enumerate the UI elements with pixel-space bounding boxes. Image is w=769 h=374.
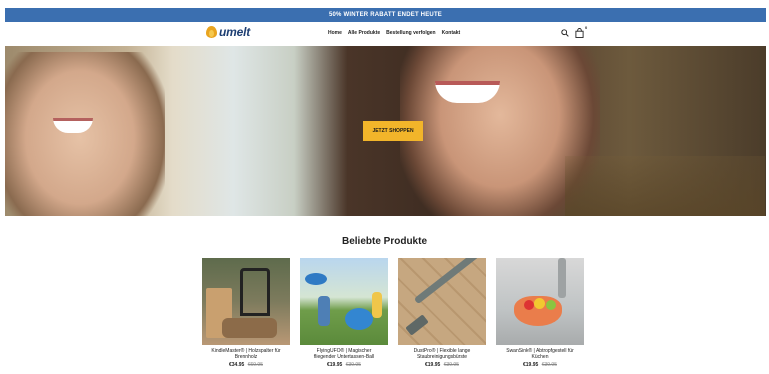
original-price: €69.95 — [247, 362, 263, 368]
hero-image-left — [5, 52, 165, 216]
nav-item-all-products[interactable]: Alle Produkte — [348, 30, 380, 36]
cart-count-badge: 0 — [585, 25, 588, 30]
product-price: €19.95 €39.95 — [496, 362, 584, 368]
logo[interactable]: umelt — [205, 25, 250, 39]
site-header: umelt Home Alle Produkte Bestellung verf… — [5, 22, 766, 46]
logo-text: umelt — [219, 25, 251, 39]
section-title: Beliebte Produkte — [341, 236, 428, 247]
product-image[interactable] — [300, 258, 388, 345]
product-grid: KindleMaster® | Holzspalter für Brennhol… — [202, 258, 586, 374]
flame-logo-icon — [205, 25, 218, 39]
shop-now-button[interactable]: JETZT SHOPPEN — [363, 121, 423, 141]
sale-price: €19.95 — [523, 362, 539, 368]
product-name[interactable]: FlyingUFO® | Magischer fliegender Untert… — [300, 348, 388, 360]
product-name[interactable]: KindleMaster® | Holzspalter für Brennhol… — [202, 348, 290, 360]
product-image[interactable] — [496, 258, 584, 345]
announcement-bar: 50% WINTER RABATT ENDET HEUTE — [5, 8, 766, 22]
product-price: €34.95 €69.95 — [202, 362, 290, 368]
product-image[interactable] — [202, 258, 290, 345]
product-name[interactable]: DustPro® | Flexible lange Staubreinigung… — [398, 348, 486, 360]
main-nav: Home Alle Produkte Bestellung verfolgen … — [328, 30, 460, 36]
product-price: €19.95 €39.95 — [398, 362, 486, 368]
announcement-text: 50% WINTER RABATT ENDET HEUTE — [328, 12, 443, 18]
sale-price: €34.95 — [229, 362, 245, 368]
search-icon[interactable] — [561, 29, 569, 37]
sale-price: €19.95 — [425, 362, 441, 368]
hero-banner: JETZT SHOPPEN — [5, 46, 766, 216]
nav-item-home[interactable]: Home — [328, 30, 342, 36]
original-price: €39.95 — [443, 362, 459, 368]
original-price: €39.95 — [541, 362, 557, 368]
product-card[interactable]: KindleMaster® | Holzspalter für Brennhol… — [202, 258, 290, 368]
product-card[interactable]: FlyingUFO® | Magischer fliegender Untert… — [300, 258, 388, 368]
product-name[interactable]: SwanSink® | Abtropfgestell für Küchen — [496, 348, 584, 360]
original-price: €39.95 — [345, 362, 361, 368]
nav-item-contact[interactable]: Kontakt — [442, 30, 461, 36]
product-card[interactable]: DustPro® | Flexible lange Staubreinigung… — [398, 258, 486, 368]
product-image[interactable] — [398, 258, 486, 345]
product-price: €19.95 €39.95 — [300, 362, 388, 368]
sale-price: €19.95 — [327, 362, 343, 368]
product-card[interactable]: SwanSink® | Abtropfgestell für Küchen €1… — [496, 258, 584, 368]
nav-item-track-order[interactable]: Bestellung verfolgen — [386, 30, 435, 36]
shopping-bag-icon[interactable] — [575, 28, 584, 38]
